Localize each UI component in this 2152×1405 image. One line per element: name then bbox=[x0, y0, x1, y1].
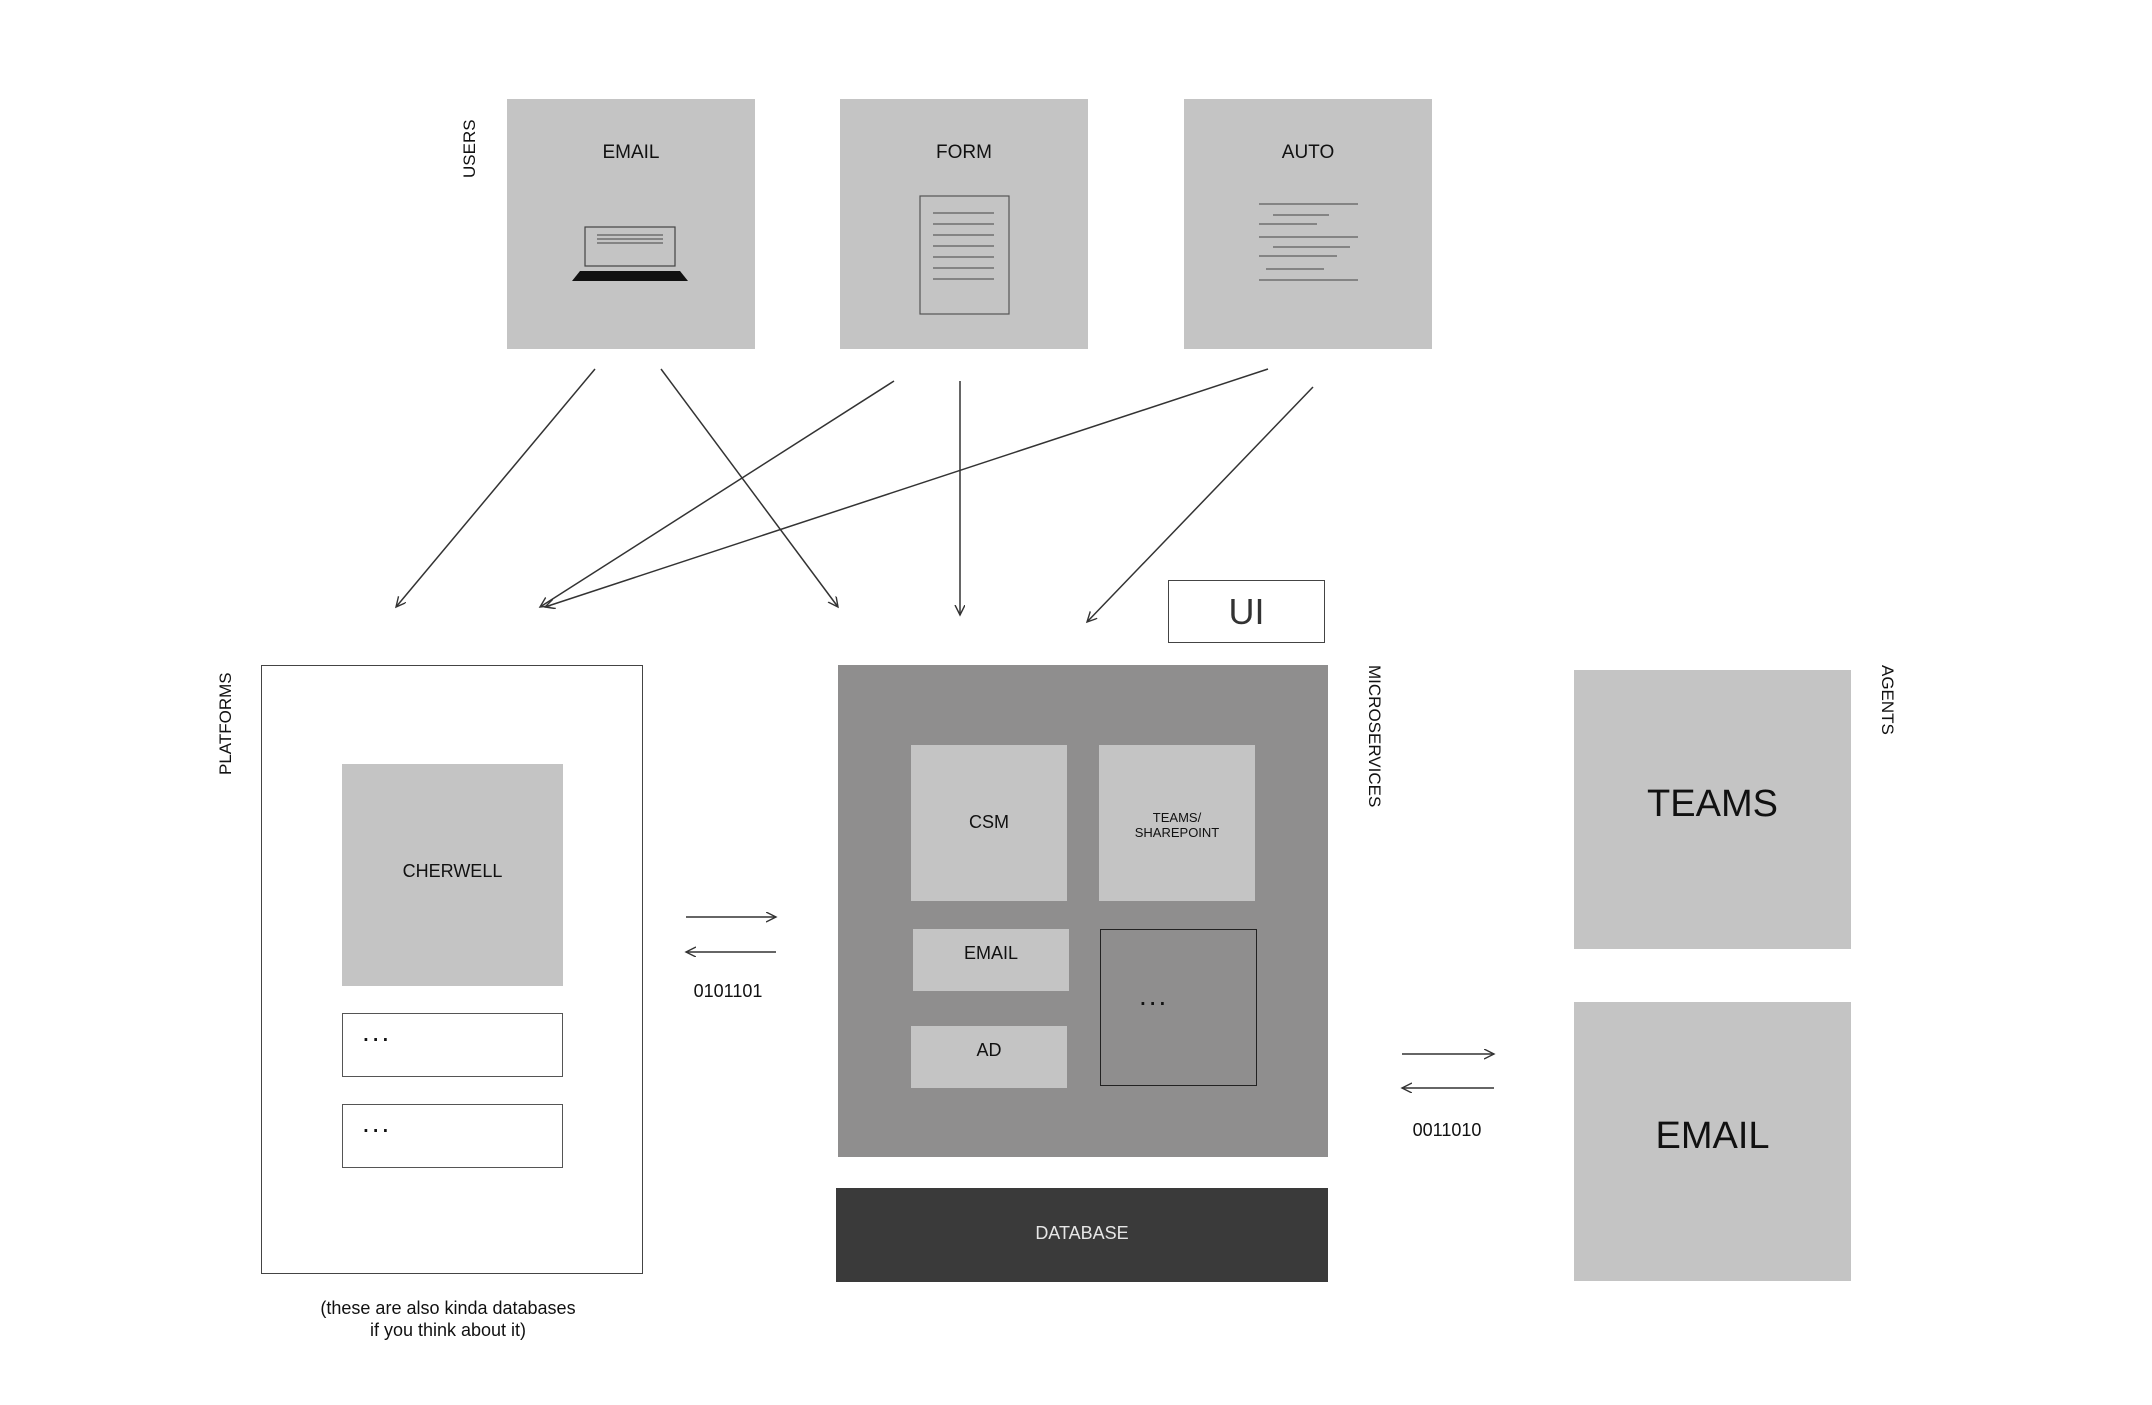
cherwell-label: CHERWELL bbox=[402, 861, 503, 881]
teams-sharepoint-line2: SHAREPOINT bbox=[1134, 825, 1220, 840]
exchange-left-code: 0101101 bbox=[693, 981, 763, 1001]
platforms-note-line1: (these are also kinda databases bbox=[320, 1298, 576, 1318]
arrow-form-to-platforms bbox=[540, 380, 895, 607]
user-source-auto[interactable]: AUTO bbox=[1184, 99, 1432, 349]
text-lines-icon bbox=[1259, 203, 1358, 281]
exchange-right-code: 0011010 bbox=[1412, 1120, 1482, 1140]
user-source-form[interactable]: FORM bbox=[840, 99, 1088, 349]
agent-teams-label: TEAMS bbox=[1647, 783, 1778, 825]
microservices-panel: CSM TEAMS/ SHAREPOINT EMAIL AD ... bbox=[838, 665, 1328, 1157]
microservices-heading: MICROSERVICES bbox=[1365, 665, 1384, 808]
more-services-box[interactable]: ... bbox=[1100, 929, 1257, 1086]
platform-slot-1-label: ... bbox=[362, 1016, 392, 1047]
cherwell-box[interactable]: CHERWELL bbox=[342, 764, 563, 986]
platforms-note-line2: if you think about it) bbox=[369, 1320, 527, 1340]
document-icon bbox=[919, 195, 1010, 315]
email-service-label: EMAIL bbox=[963, 943, 1019, 963]
email-service-box[interactable]: EMAIL bbox=[913, 929, 1069, 991]
agent-email-box[interactable]: EMAIL bbox=[1574, 1002, 1851, 1281]
platforms-note: (these are also kinda databases if you t… bbox=[248, 1297, 648, 1341]
more-services-label: ... bbox=[1139, 980, 1169, 1011]
platform-slot-2[interactable]: ... bbox=[342, 1104, 563, 1168]
csm-label: CSM bbox=[969, 812, 1009, 832]
arrow-email-to-microservices bbox=[660, 368, 838, 607]
arrow-email-to-platforms bbox=[396, 368, 596, 607]
arrow-auto-to-platforms bbox=[545, 368, 1269, 607]
platforms-panel: CHERWELL ... ... bbox=[261, 665, 643, 1274]
csm-box[interactable]: CSM bbox=[911, 745, 1067, 901]
users-heading: USERS bbox=[460, 119, 479, 178]
platform-slot-2-label: ... bbox=[362, 1107, 392, 1138]
teams-sharepoint-label: TEAMS/ SHAREPOINT bbox=[1099, 810, 1255, 840]
user-source-email[interactable]: EMAIL bbox=[507, 99, 755, 349]
agent-teams-box[interactable]: TEAMS bbox=[1574, 670, 1851, 949]
agents-heading: AGENTS bbox=[1878, 665, 1897, 735]
laptop-icon bbox=[572, 226, 688, 281]
platform-slot-1[interactable]: ... bbox=[342, 1013, 563, 1077]
teams-sharepoint-line1: TEAMS/ bbox=[1152, 810, 1202, 825]
ui-box[interactable]: UI bbox=[1168, 580, 1325, 643]
database-label: DATABASE bbox=[1035, 1223, 1129, 1243]
teams-sharepoint-box[interactable]: TEAMS/ SHAREPOINT bbox=[1099, 745, 1255, 901]
platforms-heading: PLATFORMS bbox=[216, 672, 235, 775]
agent-email-label: EMAIL bbox=[1655, 1115, 1770, 1157]
ad-service-label: AD bbox=[976, 1040, 1002, 1060]
ui-label: UI bbox=[1228, 591, 1265, 632]
database-bar[interactable]: DATABASE bbox=[836, 1188, 1328, 1282]
ad-service-box[interactable]: AD bbox=[911, 1026, 1067, 1088]
